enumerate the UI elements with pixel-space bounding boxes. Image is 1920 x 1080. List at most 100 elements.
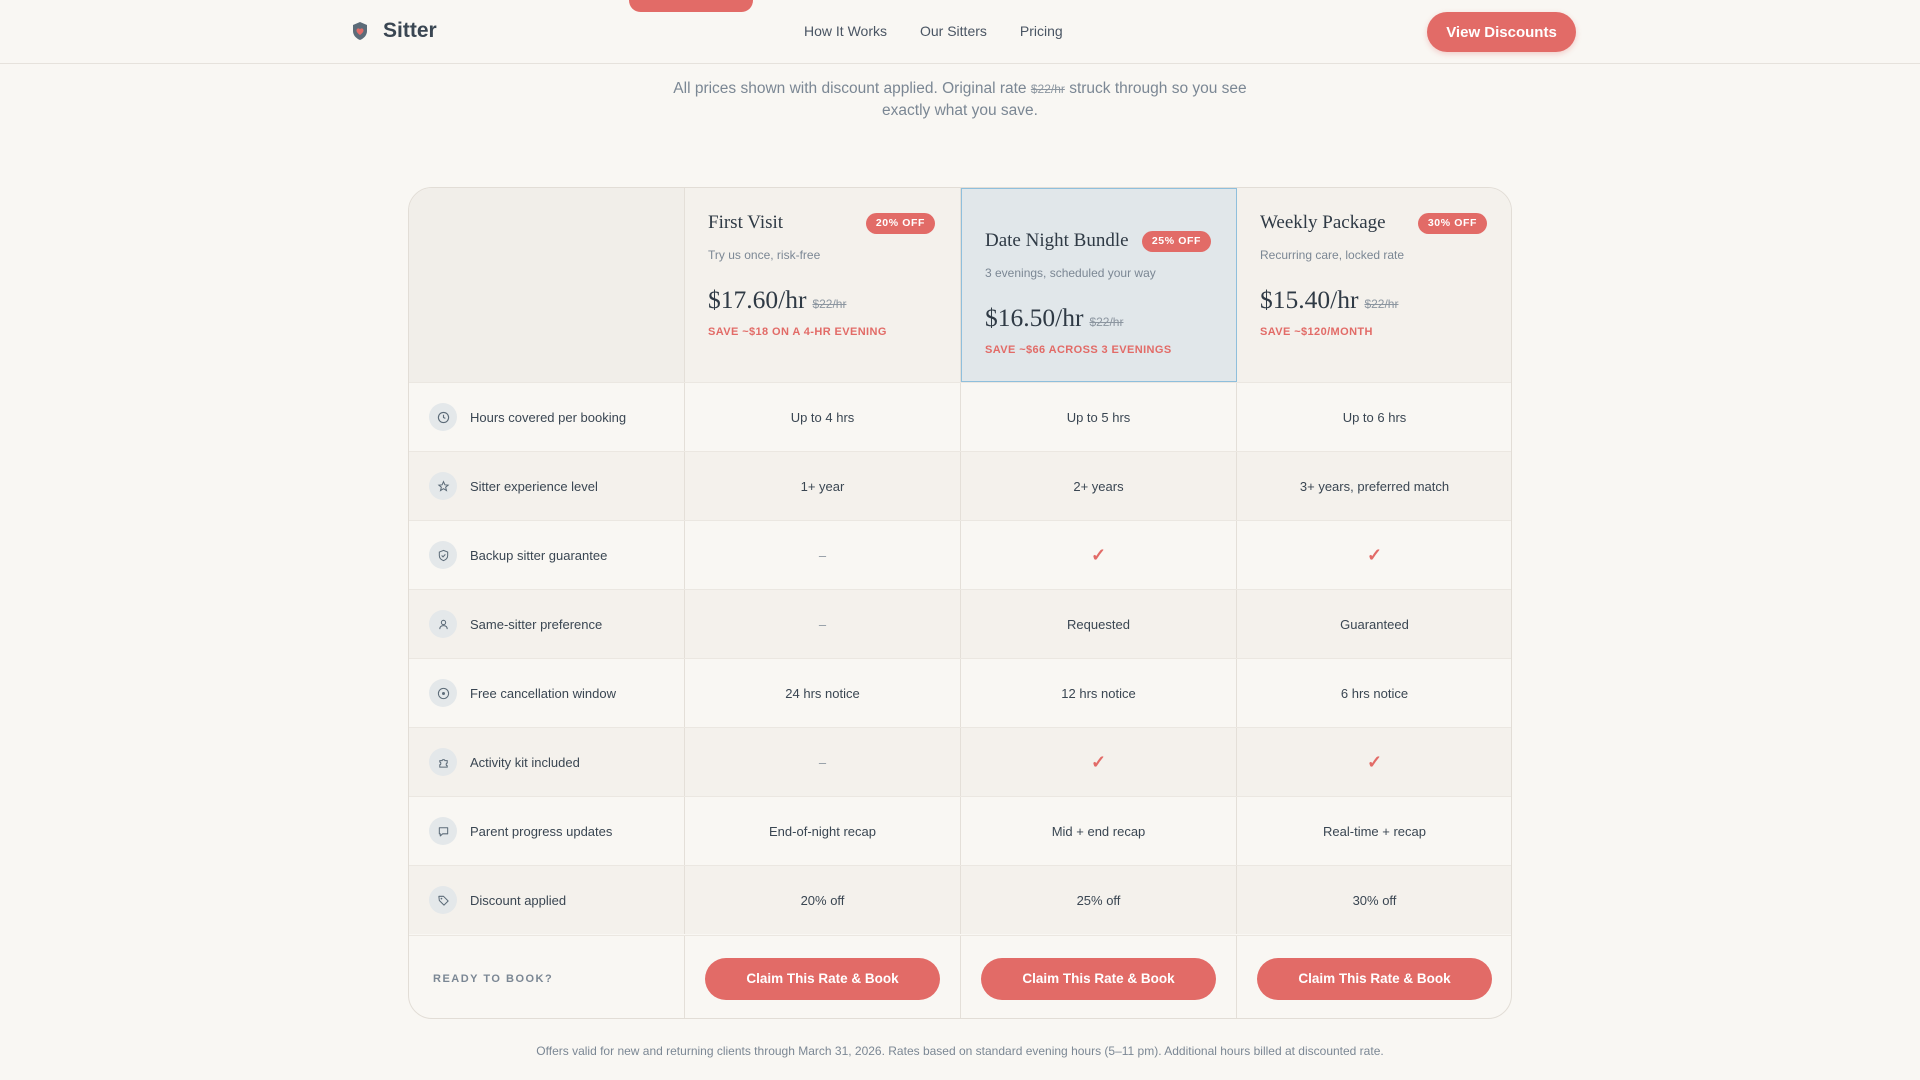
- feature-value: End-of-night recap: [685, 797, 961, 865]
- booking-cell: Claim This Rate & Book: [1237, 936, 1511, 1018]
- chat-bubble-icon: [429, 817, 457, 845]
- feature-label: Free cancellation window: [470, 685, 616, 701]
- plan-savings: SAVE ~$18 ON A 4-HR EVENING: [708, 326, 887, 338]
- plan-weekly-package: Weekly Package 30% OFF Recurring care, l…: [1237, 188, 1511, 382]
- feature-row-same-sitter: Same-sitter preference – Requested Guara…: [409, 589, 1511, 658]
- feature-value: 6 hrs notice: [1237, 659, 1511, 727]
- claim-date-night-button[interactable]: Claim This Rate & Book: [981, 957, 1216, 1000]
- feature-value: 25% off: [961, 866, 1237, 934]
- plan-name: First Visit: [708, 212, 784, 233]
- feature-label-cell: Hours covered per booking: [409, 383, 685, 451]
- feature-row-hours: Hours covered per booking Up to 4 hrs Up…: [409, 382, 1511, 451]
- plan-description: Try us once, risk-free: [708, 248, 821, 262]
- feature-value: Mid + end recap: [961, 797, 1237, 865]
- puzzle-icon: [429, 748, 457, 776]
- feature-value: Up to 5 hrs: [961, 383, 1237, 451]
- feature-value: 1+ year: [685, 452, 961, 520]
- feature-label-cell: Parent progress updates: [409, 797, 685, 865]
- intro-original-rate: $22/hr: [1030, 82, 1065, 96]
- plan-price: $16.50/hr $22/hr: [985, 303, 1123, 333]
- price-value: $15.40/hr: [1260, 285, 1359, 314]
- plan-date-night-bundle: Date Night Bundle 25% OFF 3 evenings, sc…: [961, 188, 1237, 382]
- discount-badge: 20% OFF: [865, 213, 935, 234]
- booking-row: READY TO BOOK? Claim This Rate & Book Cl…: [409, 935, 1511, 1018]
- feature-label: Sitter experience level: [470, 478, 598, 494]
- check-icon: ✓: [1237, 728, 1511, 796]
- feature-value: 24 hrs notice: [685, 659, 961, 727]
- plan-savings: SAVE ~$66 ACROSS 3 EVENINGS: [985, 344, 1172, 356]
- feature-value: Real-time + recap: [1237, 797, 1511, 865]
- plan-name: Date Night Bundle: [985, 230, 1129, 251]
- feature-label-cell: Backup sitter guarantee: [409, 521, 685, 589]
- main-nav: How It Works Our Sitters Pricing: [804, 23, 1096, 39]
- feature-label-cell: Discount applied: [409, 866, 685, 934]
- price-value: $17.60/hr: [708, 285, 807, 314]
- feature-value: 2+ years: [961, 452, 1237, 520]
- header-spacer: [409, 188, 685, 382]
- claim-weekly-package-button[interactable]: Claim This Rate & Book: [1257, 957, 1492, 1000]
- feature-row-discount: Discount applied 20% off 25% off 30% off: [409, 865, 1511, 934]
- pricing-intro: All prices shown with discount applied. …: [660, 78, 1260, 122]
- feature-label-cell: Free cancellation window: [409, 659, 685, 727]
- booking-cell: Claim This Rate & Book: [961, 936, 1237, 1018]
- feature-value-dash: –: [685, 521, 961, 589]
- nav-how-it-works[interactable]: How It Works: [804, 23, 887, 39]
- discount-badge: 30% OFF: [1417, 213, 1487, 234]
- feature-value: 20% off: [685, 866, 961, 934]
- nav-pricing[interactable]: Pricing: [1020, 23, 1063, 39]
- cancel-circle-icon: [429, 679, 457, 707]
- feature-label: Activity kit included: [470, 754, 580, 770]
- check-icon: ✓: [961, 521, 1237, 589]
- feature-row-activity-kit: Activity kit included – ✓ ✓: [409, 727, 1511, 796]
- feature-value-dash: –: [685, 728, 961, 796]
- original-price: $22/hr: [812, 297, 847, 311]
- feature-value: 3+ years, preferred match: [1237, 452, 1511, 520]
- nav-our-sitters[interactable]: Our Sitters: [920, 23, 987, 39]
- feature-value: Guaranteed: [1237, 590, 1511, 658]
- plan-description: 3 evenings, scheduled your way: [985, 266, 1156, 280]
- claim-first-visit-button[interactable]: Claim This Rate & Book: [705, 957, 940, 1000]
- popular-ribbon: [629, 0, 753, 12]
- offer-disclaimer: Offers valid for new and returning clien…: [536, 1044, 1384, 1058]
- feature-label: Parent progress updates: [470, 823, 613, 839]
- feature-label-cell: Sitter experience level: [409, 452, 685, 520]
- brand-name: Sitter: [383, 19, 437, 42]
- feature-label: Same-sitter preference: [470, 616, 603, 632]
- person-icon: [429, 610, 457, 638]
- check-icon: ✓: [961, 728, 1237, 796]
- feature-value: Up to 6 hrs: [1237, 383, 1511, 451]
- discount-badge: 25% OFF: [1141, 231, 1211, 252]
- feature-row-experience: Sitter experience level 1+ year 2+ years…: [409, 451, 1511, 520]
- feature-label-cell: Same-sitter preference: [409, 590, 685, 658]
- view-discounts-button[interactable]: View Discounts: [1427, 12, 1576, 52]
- intro-text-before: All prices shown with discount applied. …: [673, 80, 1027, 97]
- brand-logo[interactable]: Sitter: [349, 19, 437, 43]
- feature-label-cell: Activity kit included: [409, 728, 685, 796]
- feature-value: Up to 4 hrs: [685, 383, 961, 451]
- feature-label: Hours covered per booking: [470, 409, 627, 425]
- plan-price: $17.60/hr $22/hr: [708, 285, 846, 315]
- shield-icon: [429, 541, 457, 569]
- feature-value: 12 hrs notice: [961, 659, 1237, 727]
- original-price: $22/hr: [1089, 315, 1124, 329]
- feature-row-backup-sitter: Backup sitter guarantee – ✓ ✓: [409, 520, 1511, 589]
- plan-savings: SAVE ~$120/MONTH: [1260, 326, 1373, 338]
- ready-to-book-label: READY TO BOOK?: [409, 936, 685, 1018]
- star-icon: [429, 472, 457, 500]
- tag-icon: [429, 886, 457, 914]
- price-value: $16.50/hr: [985, 303, 1084, 332]
- feature-label: Backup sitter guarantee: [470, 547, 608, 563]
- feature-row-progress-updates: Parent progress updates End-of-night rec…: [409, 796, 1511, 865]
- top-navigation-bar: Sitter How It Works Our Sitters Pricing …: [0, 0, 1920, 64]
- feature-value: 30% off: [1237, 866, 1511, 934]
- plan-first-visit: First Visit 20% OFF Try us once, risk-fr…: [685, 188, 961, 382]
- check-icon: ✓: [1237, 521, 1511, 589]
- clock-icon: [429, 403, 457, 431]
- original-price: $22/hr: [1364, 297, 1399, 311]
- feature-row-cancellation: Free cancellation window 24 hrs notice 1…: [409, 658, 1511, 727]
- plan-price: $15.40/hr $22/hr: [1260, 285, 1398, 315]
- feature-value: Requested: [961, 590, 1237, 658]
- feature-label: Discount applied: [470, 892, 567, 908]
- heart-shield-logo-icon: [349, 20, 371, 42]
- feature-value-dash: –: [685, 590, 961, 658]
